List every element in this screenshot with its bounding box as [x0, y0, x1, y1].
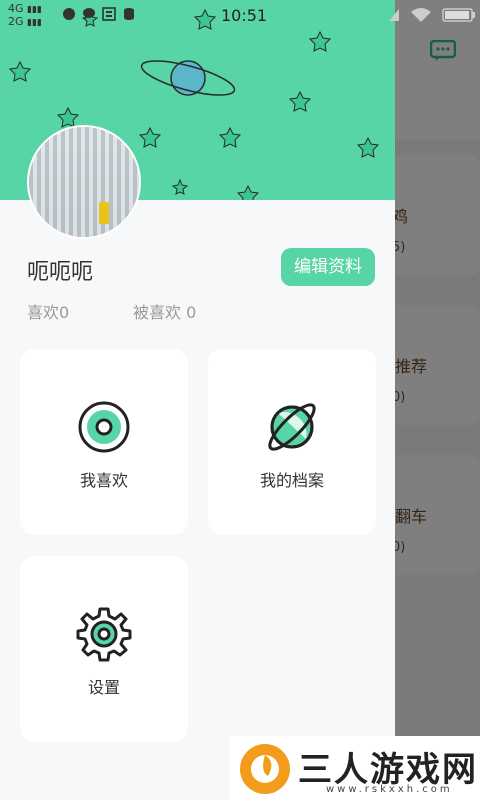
network-bottom-label: 2G [8, 15, 24, 28]
gear-icon [76, 607, 132, 662]
status-bar: 4G ▮▮▮ 2G ▮▮▮ 10:51 [0, 0, 480, 32]
my-profile-card[interactable]: 我的档案 [208, 349, 376, 535]
chat-icon [83, 8, 95, 20]
edit-profile-button[interactable]: 编辑资料 [281, 248, 375, 286]
likes-count[interactable]: 喜欢0 [27, 299, 69, 323]
network-indicator: 4G ▮▮▮ 2G ▮▮▮ [8, 2, 42, 29]
settings-card[interactable]: 设置 [20, 556, 188, 742]
battery-icon [442, 8, 475, 22]
planet-decoration [140, 60, 236, 96]
liked-count[interactable]: 被喜欢 0 [133, 299, 196, 323]
card-label: 我喜欢 [79, 471, 128, 490]
notification-icons [62, 7, 136, 21]
disc-icon [78, 401, 130, 453]
clock: 10:51 [221, 6, 268, 25]
watermark-url: www.rskxxh.com [326, 784, 453, 795]
card-label: 我的档案 [259, 471, 324, 490]
watermark-logo-icon [240, 744, 290, 794]
username: 呃呃呃 [27, 260, 94, 285]
notification-icon [63, 8, 75, 20]
side-drawer: 呃呃呃 编辑资料 喜欢0 被喜欢 0 我喜欢 我的档案 设置 [0, 0, 395, 800]
my-likes-card[interactable]: 我喜欢 [20, 349, 188, 535]
signal-icon [389, 9, 399, 21]
avatar[interactable] [27, 125, 141, 239]
wifi-icon [411, 8, 431, 22]
card-label: 设置 [87, 678, 120, 697]
system-icons [388, 7, 476, 23]
watermark: 三人游戏网 www.rskxxh.com [230, 736, 480, 800]
planet-icon [268, 403, 316, 451]
database-icon [124, 8, 134, 20]
news-icon [102, 7, 116, 21]
network-top-label: 4G [8, 2, 24, 15]
